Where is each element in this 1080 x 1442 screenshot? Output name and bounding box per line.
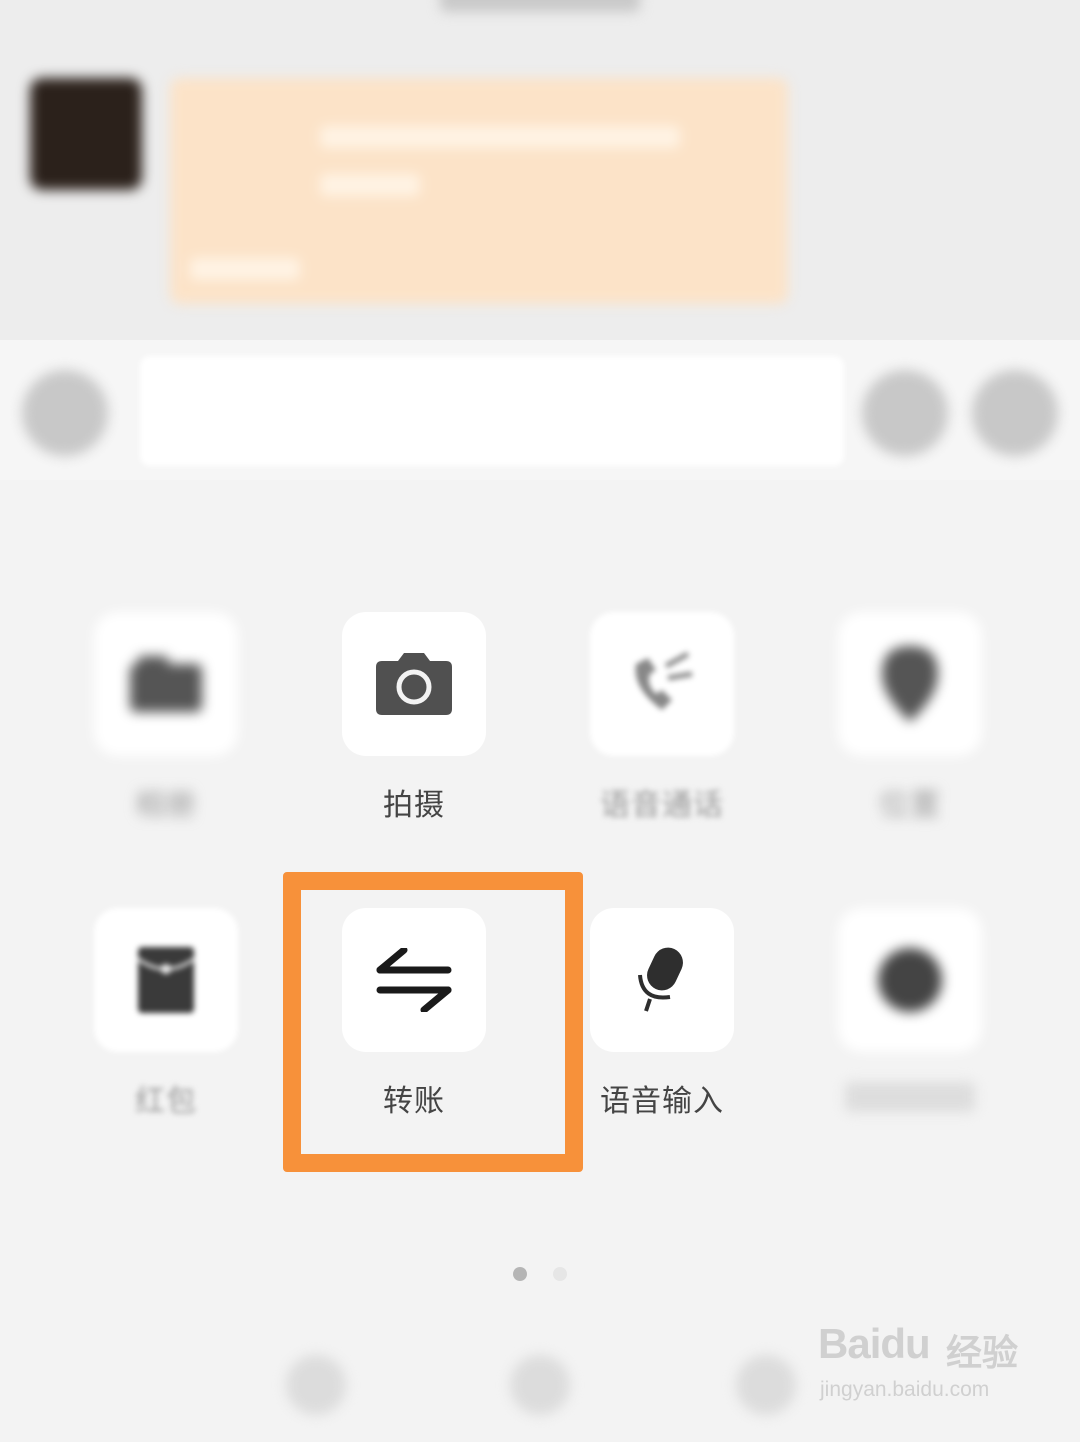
bubble-text-line	[320, 126, 680, 148]
tool-location-tile[interactable]	[838, 612, 982, 756]
tool-location[interactable]: 位置	[830, 612, 990, 824]
tool-red-packet[interactable]: 红包	[86, 908, 246, 1120]
tool-red-packet-tile[interactable]	[94, 908, 238, 1052]
camera-icon	[376, 653, 452, 715]
page-indicator	[0, 1266, 1080, 1285]
tool-voice-call-tile[interactable]	[590, 612, 734, 756]
tool-album-label: 相册	[135, 788, 197, 823]
emoji-button[interactable]	[862, 370, 948, 456]
bottom-icon[interactable]	[510, 1355, 570, 1415]
message-input[interactable]	[140, 356, 844, 466]
bottom-icon[interactable]	[736, 1355, 796, 1415]
red-packet-icon	[137, 947, 195, 1013]
location-icon	[882, 646, 938, 722]
tool-camera[interactable]: 拍摄	[334, 612, 494, 824]
watermark-url: jingyan.baidu.com	[820, 1378, 990, 1401]
bubble-text-line	[320, 174, 420, 196]
message-bubble[interactable]	[170, 78, 788, 304]
watermark-brand-text: Bai	[818, 1320, 881, 1367]
tool-voice-input-tile[interactable]	[590, 908, 734, 1052]
tool-favorites-tile[interactable]	[838, 908, 982, 1052]
voice-toggle-button[interactable]	[22, 370, 108, 456]
photo-album-icon	[130, 656, 202, 712]
page-dot-active[interactable]	[513, 1267, 528, 1281]
page-dot[interactable]	[552, 1267, 567, 1281]
chat-input-bar	[0, 340, 1080, 480]
tool-voice-call-label: 语音通话	[600, 788, 724, 823]
chat-area	[0, 0, 1080, 340]
more-tools-button[interactable]	[972, 370, 1058, 456]
tool-favorites-label	[845, 1082, 975, 1112]
highlight-box	[283, 872, 583, 1172]
bubble-text-line	[190, 258, 300, 280]
watermark-brand: Baidu	[818, 1320, 931, 1368]
more-tools-panel: 相册 拍摄 语音通话 位置 红包 转账 语音输入	[0, 480, 1080, 1442]
tool-location-label: 位置	[879, 788, 941, 823]
tool-voice-call[interactable]: 语音通话	[582, 612, 742, 824]
tool-camera-tile[interactable]	[342, 612, 486, 756]
tool-album-tile[interactable]	[94, 612, 238, 756]
tool-voice-input[interactable]: 语音输入	[582, 908, 742, 1120]
tool-album[interactable]: 相册	[86, 612, 246, 824]
tool-voice-input-label: 语音输入	[600, 1084, 724, 1119]
contact-avatar[interactable]	[30, 78, 142, 190]
microphone-icon	[638, 947, 683, 1012]
tool-favorites[interactable]	[830, 908, 990, 1112]
watermark-product: 经验	[946, 1333, 1019, 1374]
voice-call-icon	[635, 651, 693, 710]
favorites-icon	[878, 948, 942, 1012]
baidu-jingyan-watermark: Baidu 经验 jingyan.baidu.com	[818, 1320, 1028, 1420]
watermark-brand-text-2: du	[880, 1320, 930, 1367]
tool-red-packet-label: 红包	[135, 1084, 197, 1119]
tool-camera-label: 拍摄	[383, 788, 445, 823]
chat-title	[440, 0, 640, 12]
bottom-icon[interactable]	[286, 1355, 346, 1415]
